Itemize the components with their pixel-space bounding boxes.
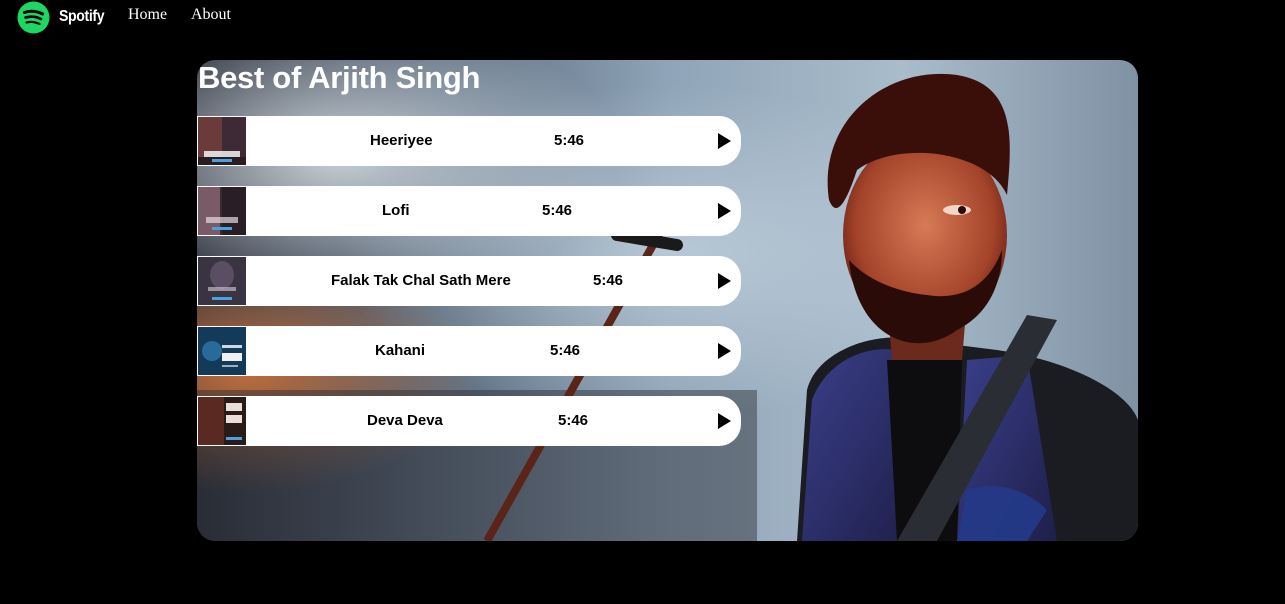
song-row-deva-deva[interactable]: Deva Deva 5:46 — [197, 396, 741, 446]
song-duration: 5:46 — [542, 202, 573, 219]
song-name: Lofi — [382, 202, 410, 219]
play-icon[interactable] — [718, 413, 731, 429]
play-icon[interactable] — [718, 343, 731, 359]
song-duration: 5:46 — [593, 272, 624, 289]
song-row-lofi[interactable]: Lofi 5:46 — [197, 186, 741, 236]
spotify-logo-icon[interactable] — [17, 1, 50, 34]
song-duration: 5:46 — [558, 412, 589, 429]
play-icon[interactable] — [718, 203, 731, 219]
play-icon[interactable] — [718, 273, 731, 289]
song-duration: 5:46 — [550, 342, 581, 359]
brand-name[interactable]: Spotify — [59, 8, 105, 26]
playlist-title: Best of Arjith Singh — [198, 60, 481, 95]
song-name: Heeriyee — [370, 132, 433, 149]
album-thumbnail — [198, 187, 246, 235]
navbar: Spotify Home About — [0, 0, 1285, 34]
song-row-heeriyee[interactable]: Heeriyee 5:46 — [197, 116, 741, 166]
nav-link-home[interactable]: Home — [128, 6, 167, 24]
play-icon[interactable] — [718, 133, 731, 149]
song-duration: 5:46 — [554, 132, 585, 149]
song-name: Kahani — [375, 342, 426, 359]
album-thumbnail — [198, 327, 246, 375]
album-thumbnail — [198, 257, 246, 305]
song-name: Falak Tak Chal Sath Mere — [331, 272, 511, 289]
song-name: Deva Deva — [367, 412, 443, 429]
song-row-falak-tak-chal-sath-mere[interactable]: Falak Tak Chal Sath Mere 5:46 — [197, 256, 741, 306]
album-thumbnail — [198, 397, 246, 445]
playlist-hero: Best of Arjith Singh Heeriyee 5:46 Lofi … — [197, 60, 1138, 541]
album-thumbnail — [198, 117, 246, 165]
nav-link-about[interactable]: About — [191, 6, 231, 24]
song-row-kahani[interactable]: Kahani 5:46 — [197, 326, 741, 376]
